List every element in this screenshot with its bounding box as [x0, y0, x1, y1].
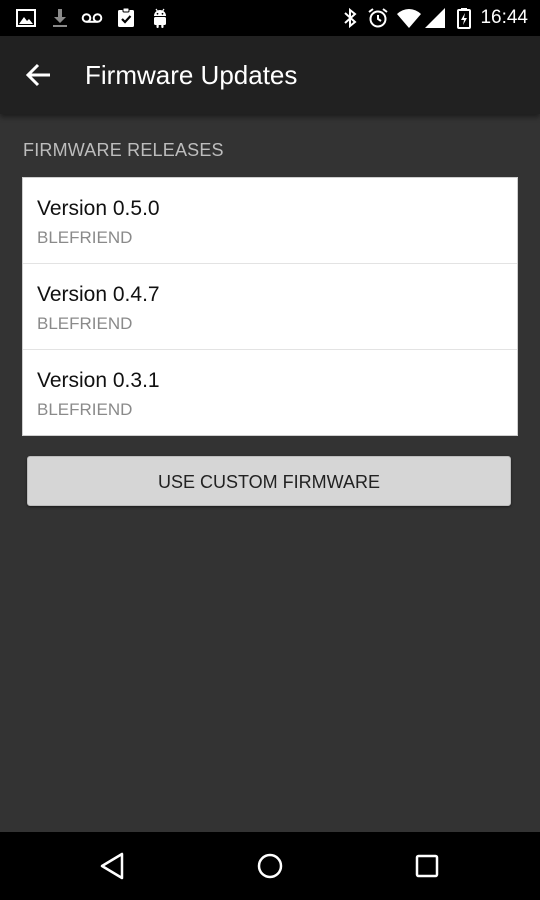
page-title: Firmware Updates	[85, 60, 298, 90]
clipboard-check-icon	[118, 7, 134, 27]
release-item-0-4-7[interactable]: Version 0.4.7 BLEFRIEND	[23, 264, 517, 350]
wifi-icon	[397, 9, 421, 28]
recents-square-icon[interactable]	[407, 846, 447, 886]
main-content: FIRMWARE RELEASES Version 0.5.0 BLEFRIEN…	[0, 114, 540, 832]
alarm-icon	[368, 8, 388, 28]
release-device-label: BLEFRIEND	[37, 400, 133, 419]
back-triangle-icon[interactable]	[92, 846, 132, 886]
download-icon	[53, 9, 67, 27]
battery-icon	[457, 8, 471, 29]
navigation-bar	[0, 832, 540, 900]
status-bar: 16:44	[0, 0, 540, 36]
image-icon	[16, 9, 36, 27]
app-bar: Firmware Updates	[0, 36, 540, 114]
release-item-0-3-1[interactable]: Version 0.3.1 BLEFRIEND	[23, 350, 517, 435]
signal-icon	[425, 8, 445, 28]
voicemail-icon	[81, 13, 103, 23]
status-time: 16:44	[480, 7, 528, 28]
release-item-0-5-0[interactable]: Version 0.5.0 BLEFRIEND	[23, 178, 517, 264]
release-device-label: BLEFRIEND	[37, 314, 133, 333]
section-header-firmware-releases: FIRMWARE RELEASES	[23, 140, 224, 160]
firmware-release-list: Version 0.5.0 BLEFRIEND Version 0.4.7 BL…	[22, 177, 518, 436]
release-version-label: Version 0.4.7	[37, 283, 160, 306]
home-circle-icon[interactable]	[250, 846, 290, 886]
release-version-label: Version 0.3.1	[37, 369, 160, 392]
use-custom-firmware-button[interactable]: USE CUSTOM FIRMWARE	[27, 456, 511, 506]
bluetooth-icon	[344, 7, 357, 29]
release-device-label: BLEFRIEND	[37, 228, 133, 247]
arrow-back-icon[interactable]	[20, 55, 60, 95]
android-icon	[154, 8, 166, 28]
release-version-label: Version 0.5.0	[37, 197, 160, 220]
